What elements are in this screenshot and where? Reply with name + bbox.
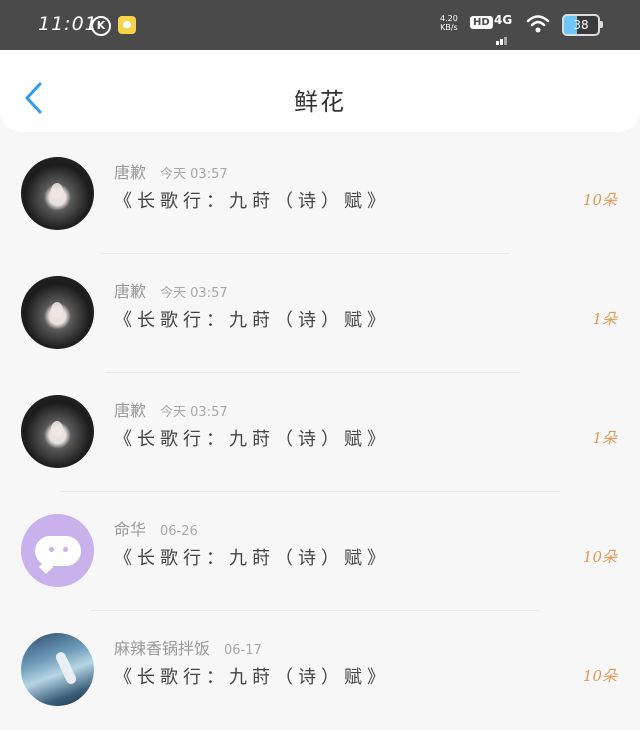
send-time: 今天 03:57 — [160, 405, 228, 420]
battery-icon: 38 — [562, 14, 603, 36]
flower-count: 10朵 — [582, 667, 617, 685]
sender-name: 唐歉 — [114, 163, 147, 182]
sender-name: 命华 — [114, 520, 147, 539]
send-time: 06-17 — [224, 643, 262, 658]
list-item[interactable]: 麻辣香锅拌饭 06-17 《长歌行：九莳（诗）赋》 10朵 — [0, 611, 640, 730]
flower-count: 10朵 — [582, 191, 617, 209]
work-title: 《长歌行：九莳（诗）赋》 — [114, 667, 390, 688]
work-title: 《长歌行：九莳（诗）赋》 — [114, 429, 390, 450]
list-item[interactable]: 唐歉 今天 03:57 《长歌行：九莳（诗）赋》 1朵 — [0, 254, 640, 373]
signal-icon — [496, 26, 508, 45]
status-bar: 11:01 K 4.20 KB/s HD 4G 38 — [0, 0, 640, 50]
network-speed-value: 4.20 — [440, 14, 458, 23]
network-type: 4G — [494, 13, 513, 27]
list-item[interactable]: 命华 06-26 《长歌行：九莳（诗）赋》 10朵 — [0, 492, 640, 611]
sender-name: 唐歉 — [114, 282, 147, 301]
flower-count: 1朵 — [592, 310, 617, 328]
hd-icon: HD — [470, 16, 493, 29]
chat-bubble-icon — [35, 536, 81, 566]
battery-level: 38 — [573, 18, 589, 32]
avatar[interactable] — [21, 395, 94, 468]
status-time: 11:01 — [38, 13, 98, 35]
flower-count: 1朵 — [592, 429, 617, 447]
work-title: 《长歌行：九莳（诗）赋》 — [114, 548, 390, 569]
list-item[interactable]: 唐歉 今天 03:57 《长歌行：九莳（诗）赋》 1朵 — [0, 373, 640, 492]
avatar[interactable] — [21, 157, 94, 230]
page-title: 鲜花 — [294, 88, 346, 116]
network-speed-unit: KB/s — [440, 23, 458, 32]
k-app-icon: K — [91, 16, 111, 36]
sender-name: 麻辣香锅拌饭 — [114, 639, 211, 658]
work-title: 《长歌行：九莳（诗）赋》 — [114, 310, 390, 331]
work-title: 《长歌行：九莳（诗）赋》 — [114, 191, 390, 212]
send-time: 今天 03:57 — [160, 167, 228, 182]
network-speed: 4.20 KB/s — [440, 14, 458, 32]
list-item[interactable]: 唐歉 今天 03:57 《长歌行：九莳（诗）赋》 10朵 — [0, 135, 640, 254]
avatar[interactable] — [21, 276, 94, 349]
page-header: 鲜花 — [0, 50, 640, 132]
app-notification-icon — [118, 16, 136, 34]
send-time: 今天 03:57 — [160, 286, 228, 301]
avatar[interactable] — [21, 633, 94, 706]
send-time: 06-26 — [160, 524, 198, 539]
wifi-icon — [526, 15, 550, 33]
flower-count: 10朵 — [582, 548, 617, 566]
sender-name: 唐歉 — [114, 401, 147, 420]
avatar[interactable] — [21, 514, 94, 587]
